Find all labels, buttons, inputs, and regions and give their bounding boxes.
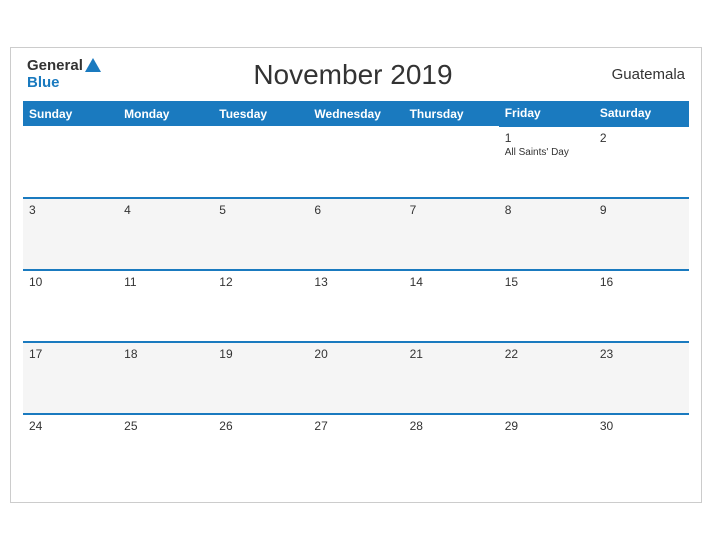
day-number: 18 [124,347,207,361]
calendar-week-row: 24 25 26 27 28 29 30 [23,414,689,486]
calendar-title: November 2019 [101,59,605,91]
calendar-cell: 30 [594,414,689,486]
calendar-cell [213,126,308,198]
day-number: 3 [29,203,112,217]
holiday-label: All Saints' Day [505,147,588,158]
day-number: 11 [124,275,207,289]
calendar-cell: 26 [213,414,308,486]
logo-blue-text: Blue [27,75,60,92]
day-number: 10 [29,275,112,289]
day-number: 1 [505,131,588,145]
day-number: 29 [505,419,588,433]
day-number: 22 [505,347,588,361]
calendar-cell: 6 [308,198,403,270]
calendar-cell: 20 [308,342,403,414]
calendar-cell [23,126,118,198]
day-number: 21 [410,347,493,361]
calendar-cell: 23 [594,342,689,414]
day-number: 5 [219,203,302,217]
day-number: 23 [600,347,683,361]
day-number: 2 [600,131,683,145]
day-number: 7 [410,203,493,217]
weekday-saturday: Saturday [594,101,689,126]
day-number: 17 [29,347,112,361]
calendar-cell: 8 [499,198,594,270]
calendar-header: General Blue November 2019 Guatemala [23,58,689,91]
calendar-cell: 12 [213,270,308,342]
calendar-cell: 27 [308,414,403,486]
day-number: 26 [219,419,302,433]
day-number: 6 [314,203,397,217]
calendar-cell: 16 [594,270,689,342]
day-number: 25 [124,419,207,433]
calendar-cell: 19 [213,342,308,414]
calendar-cell: 21 [404,342,499,414]
day-number: 12 [219,275,302,289]
calendar-cell: 4 [118,198,213,270]
calendar-cell: 15 [499,270,594,342]
logo-triangle-icon [85,58,101,72]
calendar-cell: 2 [594,126,689,198]
weekday-thursday: Thursday [404,101,499,126]
calendar-cell: 18 [118,342,213,414]
calendar-week-row: 3456789 [23,198,689,270]
weekday-sunday: Sunday [23,101,118,126]
calendar-container: General Blue November 2019 Guatemala Sun… [10,47,702,503]
day-number: 28 [410,419,493,433]
calendar-country: Guatemala [605,66,685,83]
day-number: 4 [124,203,207,217]
calendar-week-row: 10 11 12 13 14 15 16 [23,270,689,342]
calendar-cell: 29 [499,414,594,486]
weekday-wednesday: Wednesday [308,101,403,126]
day-number: 20 [314,347,397,361]
calendar-cell: 5 [213,198,308,270]
calendar-cell [404,126,499,198]
calendar-cell: 3 [23,198,118,270]
calendar-cell: 14 [404,270,499,342]
logo: General Blue [27,58,101,91]
calendar-cell: 11 [118,270,213,342]
day-number: 30 [600,419,683,433]
weekday-tuesday: Tuesday [213,101,308,126]
weekday-monday: Monday [118,101,213,126]
calendar-cell: 1 All Saints' Day [499,126,594,198]
calendar-cell [308,126,403,198]
day-number: 13 [314,275,397,289]
day-number: 24 [29,419,112,433]
calendar-cell: 25 [118,414,213,486]
weekday-header-row: Sunday Monday Tuesday Wednesday Thursday… [23,101,689,126]
day-number: 16 [600,275,683,289]
calendar-week-row: 17 18 19 20 21 22 23 [23,342,689,414]
calendar-cell: 13 [308,270,403,342]
day-number: 14 [410,275,493,289]
calendar-table: Sunday Monday Tuesday Wednesday Thursday… [23,101,689,486]
calendar-cell: 7 [404,198,499,270]
day-number: 15 [505,275,588,289]
day-number: 9 [600,203,683,217]
calendar-cell: 9 [594,198,689,270]
calendar-cell: 22 [499,342,594,414]
calendar-cell: 17 [23,342,118,414]
day-number: 27 [314,419,397,433]
calendar-cell [118,126,213,198]
calendar-cell: 10 [23,270,118,342]
day-number: 19 [219,347,302,361]
day-number: 8 [505,203,588,217]
logo-general-text: General [27,58,83,75]
weekday-friday: Friday [499,101,594,126]
calendar-cell: 24 [23,414,118,486]
calendar-cell: 28 [404,414,499,486]
calendar-week-row: 1 All Saints' Day 2 [23,126,689,198]
